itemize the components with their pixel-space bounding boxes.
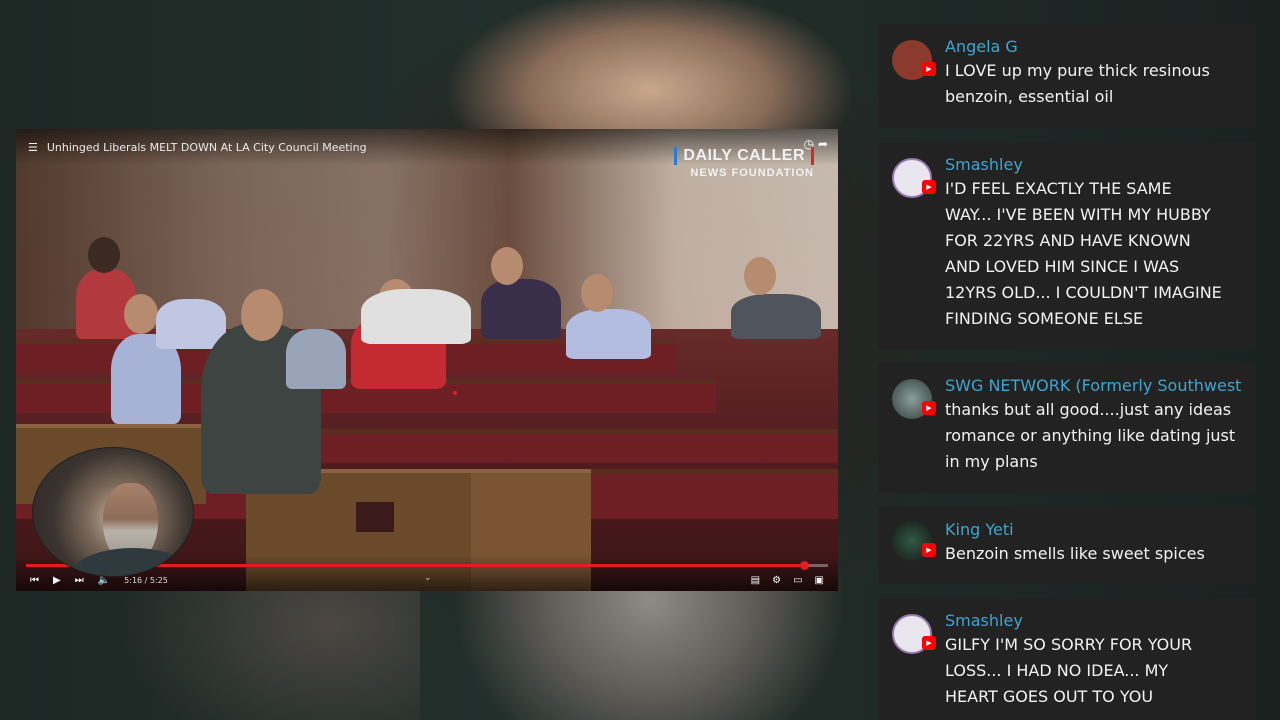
chat-author: King Yeti <box>945 520 1014 539</box>
chat-author: Smashley <box>945 611 1023 630</box>
chat-author: Angela G <box>945 37 1018 56</box>
chat-text-line: LOSS... I HAD NO IDEA... MY <box>945 661 1169 680</box>
video-scene-light <box>356 502 394 532</box>
previous-icon[interactable]: ⏮ <box>30 575 39 586</box>
captions-icon[interactable]: ▤ <box>751 575 760 586</box>
next-icon[interactable]: ⏭ <box>75 575 84 586</box>
chat-text-line: GILFY I'M SO SORRY FOR YOUR <box>945 635 1193 654</box>
chat-text-line: benzoin, essential oil <box>945 87 1114 106</box>
chat-text-line: thanks but all good....just any ideas <box>945 400 1232 419</box>
brand-line-1: DAILY CALLER <box>674 147 814 165</box>
video-scene-person <box>731 294 821 339</box>
chat-text-line: I LOVE up my pure thick resinous <box>945 61 1210 80</box>
streamer-webcam <box>32 447 194 577</box>
chat-text-line: FINDING SOMEONE ELSE <box>945 309 1144 328</box>
video-scene-person-head <box>744 257 776 295</box>
avatar: ▶ <box>892 379 936 419</box>
youtube-icon: ▶ <box>922 401 936 415</box>
share-icon[interactable]: ➦ <box>818 137 828 151</box>
controls-right: ▤ ⚙ ▭ ▣ <box>751 575 824 586</box>
settings-gear-icon[interactable]: ⚙ <box>772 575 781 586</box>
chat-author: SWG NETWORK (Formerly Southwest <box>945 376 1242 395</box>
playlist-icon[interactable]: ☰ <box>28 141 38 154</box>
chat-message: ▶ SWG NETWORK (Formerly Southwest thanks… <box>878 363 1256 493</box>
video-scene-person <box>566 309 651 359</box>
chat-text-line: WAY... I'VE BEEN WITH MY HUBBY <box>945 205 1211 224</box>
chat-message: ▶ Angela G I LOVE up my pure thick resin… <box>878 24 1256 128</box>
progress-scrubber[interactable] <box>799 561 809 570</box>
video-scene-person <box>361 289 471 344</box>
video-scene-person-head <box>491 247 523 285</box>
youtube-icon: ▶ <box>922 62 936 76</box>
video-scene-person <box>481 279 561 339</box>
video-title[interactable]: Unhinged Liberals MELT DOWN At LA City C… <box>47 141 367 154</box>
chat-text-line: AND LOVED HIM SINCE I WAS <box>945 257 1180 276</box>
chat-text-line: HEART GOES OUT TO YOU <box>945 687 1154 706</box>
cast-icon[interactable]: ▭ <box>793 575 802 586</box>
play-icon[interactable]: ▶ <box>53 575 61 586</box>
chat-text-line: in my plans <box>945 452 1038 471</box>
brand-line-2: NEWS FOUNDATION <box>690 167 814 179</box>
chat-text-line: Benzoin smells like sweet spices <box>945 544 1205 563</box>
video-scene-speaker-head <box>241 289 283 341</box>
channel-watermark: DAILY CALLER NEWS FOUNDATION <box>674 147 814 179</box>
streamer-body <box>73 548 193 576</box>
exit-fullscreen-icon[interactable]: ▣ <box>815 575 824 586</box>
youtube-icon: ▶ <box>922 180 936 194</box>
video-scene-person <box>286 329 346 389</box>
chat-text-line: 12YRS OLD... I COULDN'T IMAGINE <box>945 283 1222 302</box>
avatar: ▶ <box>892 521 936 561</box>
chat-message: ▶ Smashley GILFY I'M SO SORRY FOR YOUR L… <box>878 598 1256 720</box>
video-scene-person-head <box>88 237 120 273</box>
video-scene-person-head <box>124 294 158 334</box>
avatar: ▶ <box>892 614 936 654</box>
chat-text-line: I'D FEEL EXACTLY THE SAME <box>945 179 1172 198</box>
youtube-icon: ▶ <box>922 543 936 557</box>
chat-message: ▶ Smashley I'D FEEL EXACTLY THE SAME WAY… <box>878 142 1256 349</box>
chat-author: Smashley <box>945 155 1023 174</box>
chat-text-line: FOR 22YRS AND HAVE KNOWN <box>945 231 1191 250</box>
time-display: 5:16 / 5:25 <box>124 575 168 585</box>
video-scene-person-head <box>581 274 613 312</box>
avatar: ▶ <box>892 40 936 80</box>
video-cursor-dot <box>453 391 457 395</box>
avatar: ▶ <box>892 158 936 198</box>
chat-message: ▶ King Yeti Benzoin smells like sweet sp… <box>878 507 1256 584</box>
youtube-icon: ▶ <box>922 636 936 650</box>
chat-text-line: romance or anything like dating just <box>945 426 1236 445</box>
